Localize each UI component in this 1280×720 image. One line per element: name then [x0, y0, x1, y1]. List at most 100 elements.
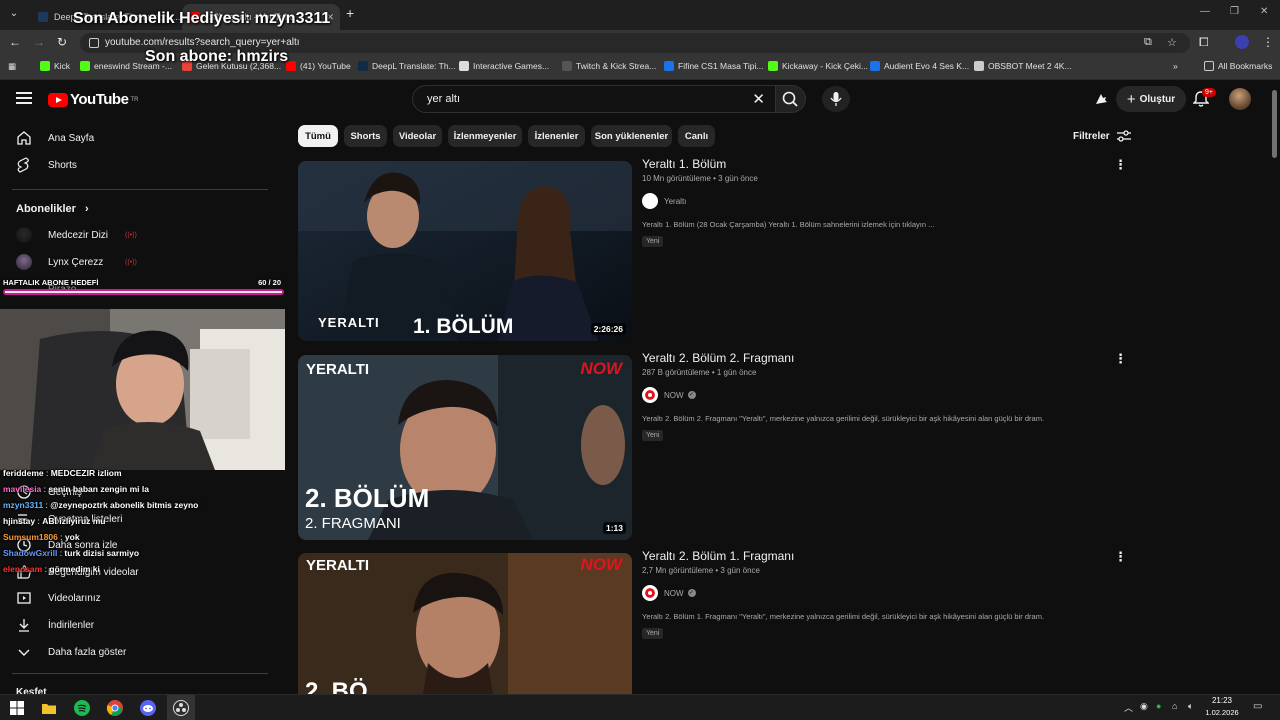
- create-button[interactable]: + Oluştur: [1116, 86, 1186, 112]
- obs-icon[interactable]: [172, 699, 190, 717]
- avatar[interactable]: [1229, 88, 1251, 110]
- extensions-icon[interactable]: ⧠: [1199, 35, 1209, 49]
- bookmark-item[interactable]: Twitch & Kick Strea...: [562, 61, 656, 71]
- bookmark-item[interactable]: DeepL Translate: Th...: [358, 61, 456, 71]
- webcam-feed: [0, 309, 285, 470]
- back-arrow-icon[interactable]: ←: [9, 35, 21, 49]
- clear-search-icon[interactable]: ✕: [752, 90, 765, 108]
- bookmark-item[interactable]: (41) YouTube: [286, 61, 351, 71]
- thumb-brand: YERALTI: [306, 557, 370, 574]
- all-bookmarks[interactable]: All Bookmarks: [1204, 61, 1272, 71]
- sidebar-item-label: Videolarınız: [48, 592, 101, 604]
- subscriptions-heading[interactable]: Abonelikler ›: [16, 203, 89, 215]
- video-thumbnail[interactable]: YERALTI NOW 2. BÖLÜM 2. FRAGMANI 1:13: [298, 355, 632, 540]
- windows-start-icon[interactable]: [8, 699, 26, 717]
- bookmark-item[interactable]: OBSBOT Meet 2 4K...: [974, 61, 1071, 71]
- voice-search-button[interactable]: [822, 86, 850, 112]
- hamburger-menu-icon[interactable]: [16, 92, 32, 104]
- window-close-icon[interactable]: ✕: [1260, 6, 1268, 17]
- your-videos-icon: [17, 592, 31, 604]
- sidebar-item-label: İndirilenler: [48, 619, 95, 631]
- search-result[interactable]: YERALTI NOW 2. BÖ Yeraltı 2. Bölüm 1. Fr…: [298, 549, 1128, 694]
- video-title[interactable]: Yeraltı 2. Bölüm 2. Fragmanı: [642, 351, 794, 365]
- bookmark-item[interactable]: Audient Evo 4 Ses K...: [870, 61, 969, 71]
- cast-icon[interactable]: [1093, 91, 1109, 112]
- notification-center-icon[interactable]: ▭: [1253, 701, 1262, 712]
- search-button[interactable]: [776, 85, 806, 113]
- sidebar-item-subscription[interactable]: Lynx Çerezz ((•)): [0, 249, 280, 275]
- live-icon: ((•)): [125, 232, 137, 239]
- tab-search-chevron-icon[interactable]: ⌄: [6, 6, 22, 22]
- sidebar-item-downloads[interactable]: İndirilenler: [0, 612, 280, 638]
- network-icon[interactable]: ⌂: [1172, 701, 1177, 711]
- chip-recent[interactable]: Son yüklenenler: [591, 125, 672, 147]
- bookmark-item[interactable]: Fifine CS1 Masa Tipi...: [664, 61, 764, 71]
- forward-arrow-icon[interactable]: →: [33, 35, 45, 49]
- video-thumbnail[interactable]: YERALTI 1. BÖLÜM 2:26:26: [298, 161, 632, 341]
- search-result[interactable]: YERALTI 1. BÖLÜM 2:26:26 Yeraltı 1. Bölü…: [298, 157, 1128, 341]
- apps-grid-icon[interactable]: ▦: [8, 61, 16, 72]
- minimize-icon[interactable]: —: [1200, 6, 1210, 17]
- youtube-logo[interactable]: YouTube TR: [48, 91, 138, 108]
- sidebar-item-shorts[interactable]: Shorts: [0, 152, 280, 178]
- file-explorer-icon[interactable]: [40, 699, 58, 717]
- bookmark-item[interactable]: Interactive Games...: [459, 61, 549, 71]
- volume-icon[interactable]: 🔈︎: [1188, 701, 1193, 712]
- chip-unwatched[interactable]: İzlenmeyenler: [448, 125, 522, 147]
- cp-icon: [562, 61, 572, 71]
- bookmark-item[interactable]: Kick: [40, 61, 70, 71]
- spotify-icon[interactable]: [73, 699, 91, 717]
- channel-link[interactable]: NOW ✓: [642, 585, 696, 601]
- more-options-icon[interactable]: ⋮: [1114, 549, 1127, 565]
- tray-discord-icon[interactable]: ◉: [1140, 701, 1148, 712]
- page-scrollbar[interactable]: [1272, 90, 1277, 158]
- search-input[interactable]: [425, 92, 725, 106]
- filters-button[interactable]: Filtreler: [1073, 129, 1132, 143]
- search-result[interactable]: YERALTI NOW 2. BÖLÜM 2. FRAGMANI 1:13 Ye…: [298, 351, 1128, 540]
- tray-chevron-up-icon[interactable]: ︿: [1124, 701, 1133, 714]
- clock-date[interactable]: 1.02.2026: [1203, 708, 1241, 717]
- thumb-subtitle: 2. FRAGMANI: [305, 515, 401, 532]
- more-options-icon[interactable]: ⋮: [1114, 157, 1127, 173]
- deepl-icon: [358, 61, 368, 71]
- chip-all[interactable]: Tümü: [298, 125, 338, 147]
- thumb-episode: 2. BÖ: [305, 678, 368, 694]
- more-bookmarks-icon[interactable]: »: [1173, 61, 1178, 71]
- restore-icon[interactable]: ❐: [1230, 6, 1239, 17]
- reload-icon[interactable]: ↻: [57, 35, 67, 49]
- new-tab-plus-icon[interactable]: +: [346, 6, 354, 20]
- live-icon: ((•)): [125, 259, 137, 266]
- more-options-icon[interactable]: ⋮: [1114, 351, 1127, 367]
- sidebar-item-subscription[interactable]: Medcezir Dizi ((•)): [0, 222, 280, 248]
- chip-videos[interactable]: Videolar: [393, 125, 442, 147]
- filter-sliders-icon: [1116, 130, 1131, 142]
- site-info-icon[interactable]: [89, 38, 99, 48]
- chip-shorts[interactable]: Shorts: [344, 125, 387, 147]
- deepl-favicon-icon: [38, 12, 48, 22]
- channel-link[interactable]: Yeraltı: [642, 193, 686, 209]
- goal-count: 60 / 20: [258, 278, 281, 287]
- browser-menu-icon[interactable]: ⋮: [1262, 35, 1274, 49]
- tray-spotify-icon[interactable]: ●: [1156, 701, 1161, 711]
- channel-avatar: [16, 254, 32, 270]
- bookmark-star-icon[interactable]: ☆: [1167, 36, 1177, 49]
- chip-watched[interactable]: İzlenenler: [528, 125, 585, 147]
- chip-live[interactable]: Canlı: [678, 125, 715, 147]
- bookmark-item[interactable]: Kickaway - Kick Çeki...: [768, 61, 868, 71]
- sidebar-item-show-more[interactable]: Daha fazla göster: [0, 639, 280, 665]
- channel-avatar: [642, 193, 658, 209]
- discord-icon[interactable]: [139, 699, 157, 717]
- profile-icon[interactable]: [1235, 35, 1249, 49]
- video-title[interactable]: Yeraltı 1. Bölüm: [642, 157, 726, 171]
- url-text[interactable]: youtube.com/results?search_query=yer+alt…: [105, 37, 300, 48]
- goal-label: HAFTALIK ABONE HEDEFİ: [3, 278, 99, 287]
- sidebar-item-home[interactable]: Ana Sayfa: [0, 125, 280, 151]
- install-app-icon[interactable]: ⧉: [1144, 36, 1152, 49]
- video-title[interactable]: Yeraltı 2. Bölüm 1. Fragmanı: [642, 549, 794, 563]
- search-box[interactable]: ✕: [412, 85, 776, 113]
- chrome-icon[interactable]: [106, 699, 124, 717]
- video-thumbnail[interactable]: YERALTI NOW 2. BÖ: [298, 553, 632, 694]
- sidebar-item-your-videos[interactable]: Videolarınız: [0, 585, 280, 611]
- channel-link[interactable]: NOW ✓: [642, 387, 696, 403]
- clock-time[interactable]: 21:23: [1207, 696, 1237, 705]
